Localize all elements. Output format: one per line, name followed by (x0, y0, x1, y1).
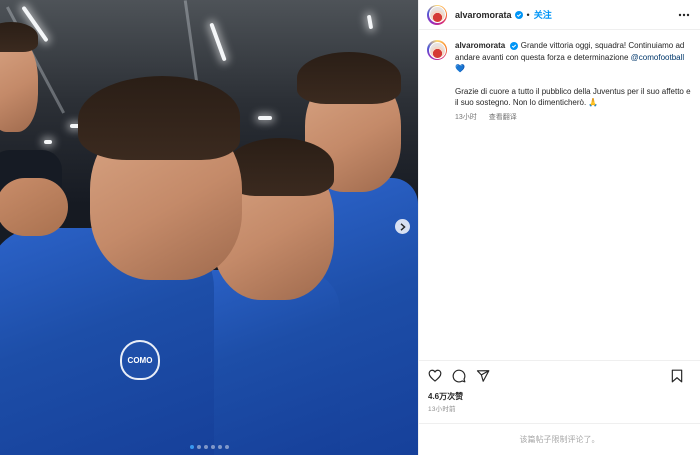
post-modal: COMO alvaromorata • 关注 alvaromorata Gran… (0, 0, 700, 455)
carousel-dot (224, 445, 229, 449)
caption-age: 13小时 (455, 113, 477, 121)
likes-count[interactable]: 4.6万次赞 (419, 391, 700, 402)
comment-icon (452, 369, 466, 382)
carousel-next-button[interactable] (395, 219, 410, 234)
post-image[interactable]: COMO (0, 0, 418, 455)
verified-badge-icon (514, 10, 523, 19)
carousel-dot (210, 445, 215, 449)
action-bar (419, 360, 700, 390)
caption: alvaromorata Grande vittoria oggi, squad… (427, 40, 692, 123)
caption-username[interactable]: alvaromorata (455, 41, 505, 50)
avatar[interactable] (427, 4, 447, 25)
post-header: alvaromorata • 关注 (419, 0, 700, 30)
caption-body: alvaromorata Grande vittoria oggi, squad… (455, 40, 692, 123)
club-crest-icon: COMO (120, 340, 160, 380)
bookmark-icon (671, 369, 683, 383)
like-button[interactable] (427, 368, 443, 384)
translate-button[interactable]: 查看翻译 (489, 112, 517, 124)
share-icon (476, 369, 490, 382)
comment-button[interactable] (451, 368, 467, 384)
mention-link[interactable]: @comofootball (631, 53, 684, 62)
player-arm (0, 178, 68, 236)
chevron-right-icon (400, 222, 406, 231)
heart-icon (428, 369, 442, 382)
carousel-dot (196, 445, 201, 449)
caption-text-second: Grazie di cuore a tutto il pubblico dell… (455, 86, 691, 108)
save-button[interactable] (669, 368, 685, 384)
carousel-dot (189, 445, 194, 449)
follow-button[interactable]: 关注 (534, 8, 552, 21)
comments-disabled-notice: 该篇帖子限制评论了。 (419, 423, 700, 455)
verified-badge-icon (510, 41, 519, 50)
post-side-panel: alvaromorata • 关注 alvaromorata Grande vi… (418, 0, 700, 455)
caption-meta: 13小时 查看翻译 (455, 112, 692, 124)
carousel-dot (217, 445, 222, 449)
carousel-dot (203, 445, 208, 449)
author-username[interactable]: alvaromorata (455, 10, 512, 20)
caption-avatar[interactable] (427, 40, 447, 60)
post-timestamp[interactable]: 13小时前 (419, 402, 700, 413)
more-icon[interactable] (678, 9, 690, 17)
blue-heart-emoji: 💙 (455, 64, 465, 73)
share-button[interactable] (475, 368, 491, 384)
header-separator: • (526, 9, 530, 20)
comments-section: alvaromorata Grande vittoria oggi, squad… (419, 30, 700, 360)
carousel-indicator (0, 445, 418, 449)
